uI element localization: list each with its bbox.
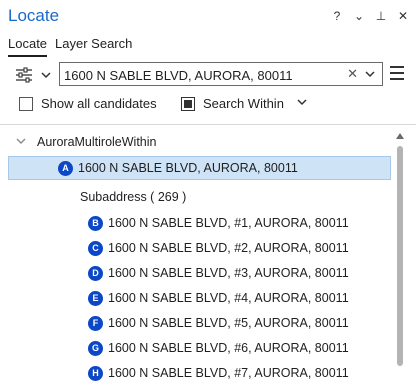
search-within-label: Search Within <box>203 96 284 111</box>
pane-title: Locate <box>8 6 60 25</box>
filter-settings-icon[interactable] <box>14 66 34 84</box>
close-icon[interactable]: ✕ <box>396 8 410 24</box>
subaddress-row[interactable]: G 1600 N SABLE BLVD, #6, AURORA, 80011 <box>88 336 349 360</box>
subaddress-row[interactable]: E 1600 N SABLE BLVD, #4, AURORA, 80011 <box>88 286 349 310</box>
result-marker-icon: C <box>88 240 103 256</box>
scroll-thumb[interactable] <box>397 146 403 366</box>
tab-bar: Locate Layer Search <box>8 36 132 57</box>
subaddress-row[interactable]: F 1600 N SABLE BLVD, #5, AURORA, 80011 <box>88 311 349 335</box>
group-collapse-chevron-icon[interactable] <box>16 136 26 149</box>
help-icon[interactable]: ? <box>330 8 344 24</box>
divider <box>0 124 416 125</box>
pane-titlebar: Locate ? ⌄ ⊥ ✕ <box>0 0 416 32</box>
clear-search-icon[interactable]: ✕ <box>347 66 358 82</box>
search-within-option[interactable]: Search Within <box>181 96 308 111</box>
show-all-candidates-label: Show all candidates <box>41 96 157 111</box>
filter-chevron-icon[interactable] <box>40 68 52 82</box>
locate-search-box: ✕ <box>59 62 383 86</box>
subaddress-row[interactable]: C 1600 N SABLE BLVD, #2, AURORA, 80011 <box>88 236 349 260</box>
result-marker-icon: H <box>88 365 103 381</box>
tab-locate[interactable]: Locate <box>8 36 48 57</box>
show-all-candidates-option[interactable]: Show all candidates <box>19 96 157 111</box>
subaddress-text: 1600 N SABLE BLVD, #2, AURORA, 80011 <box>108 241 349 255</box>
result-marker-icon: A <box>58 160 73 176</box>
options-chevron-icon[interactable]: ⌄ <box>352 8 366 24</box>
tab-layer-search[interactable]: Layer Search <box>55 36 132 57</box>
subaddress-row[interactable]: B 1600 N SABLE BLVD, #1, AURORA, 80011 <box>88 211 349 235</box>
top-candidate-text: 1600 N SABLE BLVD, AURORA, 80011 <box>78 161 298 175</box>
top-candidate-row[interactable]: A 1600 N SABLE BLVD, AURORA, 80011 <box>58 156 298 180</box>
scroll-up-arrow-icon[interactable] <box>395 132 405 142</box>
subaddress-text: 1600 N SABLE BLVD, #4, AURORA, 80011 <box>108 291 349 305</box>
result-marker-icon: G <box>88 340 103 356</box>
results-scrollbar[interactable] <box>395 128 405 385</box>
subaddress-row[interactable]: H 1600 N SABLE BLVD, #7, AURORA, 80011 <box>88 361 349 385</box>
result-group-label[interactable]: AuroraMultiroleWithin <box>37 130 156 154</box>
subaddress-text: 1600 N SABLE BLVD, #3, AURORA, 80011 <box>108 266 349 280</box>
subaddress-text: 1600 N SABLE BLVD, #5, AURORA, 80011 <box>108 316 349 330</box>
search-history-chevron-icon[interactable] <box>364 67 376 84</box>
pin-icon[interactable]: ⊥ <box>374 8 388 24</box>
result-marker-icon: F <box>88 315 103 331</box>
locate-search-input[interactable] <box>64 66 334 84</box>
show-all-candidates-checkbox[interactable] <box>19 96 33 111</box>
subaddress-group-label[interactable]: Subaddress ( 269 ) <box>80 185 186 209</box>
subaddress-row[interactable]: D 1600 N SABLE BLVD, #3, AURORA, 80011 <box>88 261 349 285</box>
search-within-checkbox[interactable] <box>181 96 195 111</box>
pane-controls: ? ⌄ ⊥ ✕ <box>330 8 410 24</box>
subaddress-text: 1600 N SABLE BLVD, #7, AURORA, 80011 <box>108 366 349 380</box>
subaddress-text: 1600 N SABLE BLVD, #1, AURORA, 80011 <box>108 216 349 230</box>
result-marker-icon: E <box>88 290 103 306</box>
result-marker-icon: D <box>88 265 103 281</box>
menu-icon[interactable] <box>390 66 404 80</box>
subaddress-text: 1600 N SABLE BLVD, #6, AURORA, 80011 <box>108 341 349 355</box>
result-marker-icon: B <box>88 215 103 231</box>
search-within-chevron-icon[interactable] <box>296 96 308 111</box>
